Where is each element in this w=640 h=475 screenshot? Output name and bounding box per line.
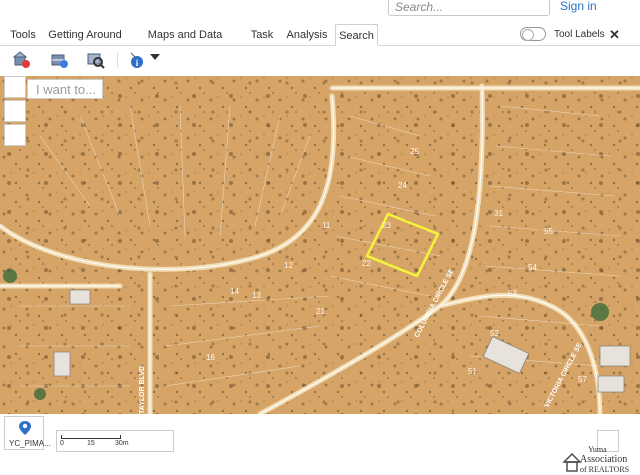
tab-analysis[interactable]: Analysis (284, 24, 330, 46)
close-icon[interactable]: ✕ (609, 24, 620, 46)
search-parcel-icon[interactable] (50, 50, 70, 70)
street-label: TAYLOR BLVD (139, 366, 146, 414)
search-address-icon[interactable] (12, 50, 32, 70)
lot-number: 24 (398, 181, 407, 190)
map-footer: YC_PIMA... 0 15 30m Yuma Association of … (0, 414, 640, 475)
scale-bar: 0 15 30m (56, 430, 174, 452)
search-zoom-icon[interactable] (86, 50, 106, 70)
top-bar: Search... Sign in (0, 0, 640, 22)
map-side-panel (0, 76, 26, 148)
lot-number: 13 (252, 291, 261, 300)
scale-line (61, 435, 121, 439)
tool-labels-text: Tool Labels (554, 29, 605, 40)
aerial-imagery: 25 24 23 22 11 12 13 14 21 16 54 53 55 3… (0, 76, 640, 414)
lot-number: 11 (322, 221, 331, 230)
lot-number: 12 (284, 261, 293, 270)
lot-number: 31 (494, 209, 503, 218)
i-want-to-menu[interactable]: I want to... (27, 79, 103, 99)
lot-number: 25 (410, 147, 419, 156)
scale-label: 30m (115, 440, 129, 447)
scale-label: 15 (87, 440, 95, 447)
lot-number: 52 (490, 329, 499, 338)
basemap-label: YC_PIMA... (9, 439, 51, 448)
panel-button[interactable] (4, 124, 26, 146)
panel-button[interactable] (4, 76, 26, 98)
logo-line: of REALTORS (580, 465, 630, 474)
tab-tools[interactable]: Tools (6, 24, 40, 46)
lot-number: 23 (382, 221, 391, 230)
search-toolbar: i (0, 46, 640, 74)
tab-search[interactable]: Search (335, 24, 378, 46)
tab-getting-around[interactable]: Getting Around (48, 24, 122, 46)
lot-number: 57 (578, 375, 587, 384)
tool-labels-toggle[interactable] (520, 27, 546, 41)
lot-number: 16 (206, 353, 215, 362)
house-icon (562, 453, 582, 472)
toolbar-divider (117, 52, 118, 68)
lot-number: 55 (544, 227, 553, 236)
lot-number: 53 (508, 289, 517, 298)
lot-number: 22 (362, 259, 371, 268)
tab-maps-data-sources[interactable]: Maps and Data Sources (132, 24, 238, 63)
basemap-icon (19, 421, 31, 435)
basemap-switcher[interactable]: YC_PIMA... (4, 416, 51, 450)
lot-number: 51 (468, 367, 477, 376)
sign-in-link[interactable]: Sign in (560, 0, 597, 13)
tab-bar: Tools Getting Around Maps and Data Sourc… (0, 24, 640, 63)
logo-line: Yuma (588, 445, 607, 454)
lot-number: 54 (528, 263, 537, 272)
lot-number: 14 (230, 287, 239, 296)
tab-task[interactable]: Task (248, 24, 276, 46)
panel-button[interactable] (4, 100, 26, 122)
map-view[interactable]: 25 24 23 22 11 12 13 14 21 16 54 53 55 3… (0, 76, 640, 414)
search-input[interactable]: Search... (388, 0, 550, 16)
identify-icon[interactable]: i (127, 50, 147, 70)
yuma-realtors-logo: Yuma Association of REALTORS (562, 444, 640, 475)
chevron-down-icon[interactable] (150, 54, 160, 60)
logo-line: Association (580, 454, 628, 465)
scale-label: 0 (60, 440, 64, 447)
lot-number: 21 (316, 307, 325, 316)
